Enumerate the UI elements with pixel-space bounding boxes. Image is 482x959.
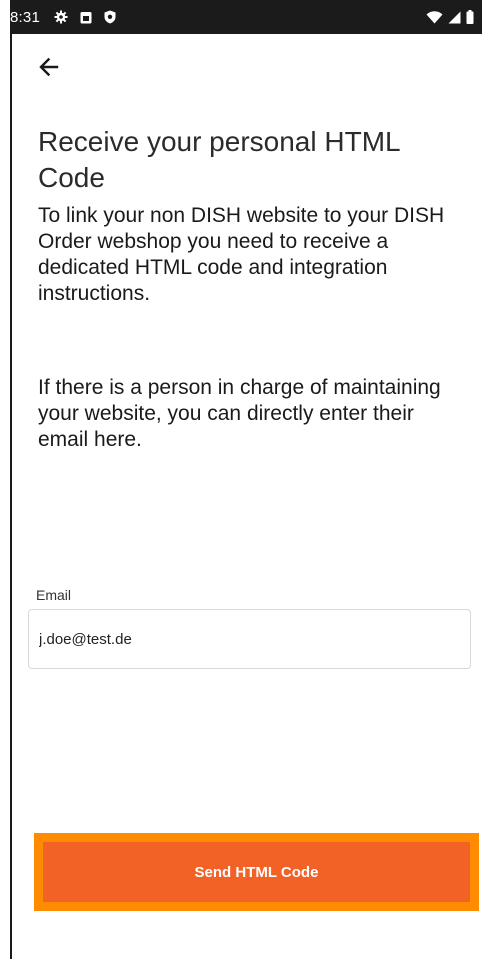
shield-icon: [104, 10, 116, 24]
hint-text: If there is a person in charge of mainta…: [38, 376, 441, 451]
status-time: 8:31: [10, 8, 40, 26]
signal-icon: [448, 11, 461, 24]
send-html-code-button[interactable]: Send HTML Code: [43, 842, 470, 902]
back-button[interactable]: [34, 52, 64, 82]
screen-edge: [0, 0, 10, 959]
calendar-icon: [80, 11, 92, 24]
gear-icon: [54, 10, 68, 24]
status-bar: 8:31: [10, 0, 482, 34]
status-icons-left: [54, 10, 116, 24]
wifi-icon: [426, 10, 443, 24]
battery-icon: [466, 10, 474, 24]
intro-text: To link your non DISH website to your DI…: [38, 204, 445, 305]
arrow-left-icon: [39, 57, 59, 77]
email-label: Email: [36, 587, 72, 603]
status-icons-right: [426, 10, 474, 24]
email-field[interactable]: [28, 609, 471, 669]
page-title: Receive your personal HTML Code: [38, 126, 400, 193]
